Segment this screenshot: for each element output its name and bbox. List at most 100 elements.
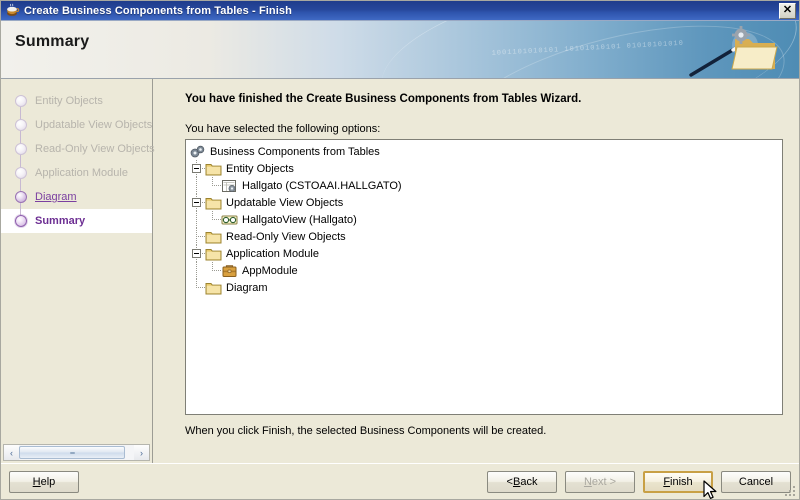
folder-icon: [205, 195, 223, 211]
dialog-body: Entity Objects Updatable View Objects Read…: [1, 79, 799, 463]
tree-row[interactable]: Application Module: [189, 245, 782, 262]
next-button: Next >: [565, 470, 635, 493]
sidebar-step-diagram[interactable]: Diagram: [1, 185, 152, 209]
resize-grip-icon[interactable]: [783, 484, 797, 498]
tree-guide-vertical: [196, 279, 197, 287]
tree-row[interactable]: Entity Objects: [189, 160, 782, 177]
folder-icon: [205, 280, 223, 296]
step-bullet-icon: [15, 191, 27, 203]
wizard-dialog: Create Business Components from Tables -…: [0, 0, 800, 500]
tree-row-label: HallgatoView (Hallgato): [242, 213, 357, 226]
tree-collapse-toggle-icon[interactable]: [192, 164, 201, 173]
back-button[interactable]: < Back: [487, 470, 557, 493]
close-icon[interactable]: ✕: [779, 2, 796, 19]
finish-button[interactable]: Finish: [643, 470, 713, 493]
step-bullet-icon: [15, 143, 27, 155]
selected-options-label: You have selected the following options:: [185, 123, 381, 135]
scroll-right-arrow-icon[interactable]: ›: [134, 445, 149, 460]
tree-guide-horizontal: [212, 185, 221, 186]
tree-indent-guide: [189, 262, 205, 279]
tree-row-label: Application Module: [226, 247, 319, 260]
tree-row[interactable]: HallgatoView (Hallgato): [189, 211, 782, 228]
tree-row-label: Hallgato (CSTOAAI.HALLGATO): [242, 179, 402, 192]
tree-guide-vertical: [212, 177, 213, 185]
tree-row-label: AppModule: [242, 264, 298, 277]
tree-guide-horizontal: [212, 270, 221, 271]
tree-row-label: Diagram: [226, 281, 268, 294]
tree-indent-guide: [205, 211, 221, 228]
tree-guide-vertical: [212, 262, 213, 270]
tree-guide-horizontal: [196, 236, 205, 237]
tree-indent-guide: [189, 211, 205, 228]
tree-indent-guide: [189, 177, 205, 194]
tree-indent-guide: [189, 160, 205, 177]
folder-icon: [205, 161, 223, 177]
wizard-banner: 1001101010101 10101010101 01010101010 Su…: [1, 21, 799, 79]
folder-icon: [205, 229, 223, 245]
scrollbar-thumb[interactable]: [19, 446, 125, 459]
tree-row[interactable]: Diagram: [189, 279, 782, 296]
tree-indent-guide: [189, 279, 205, 296]
page-title: Summary: [15, 33, 90, 50]
sidebar-step-summary[interactable]: Summary: [1, 209, 152, 233]
tree-indent-guide: [189, 228, 205, 245]
banner-binary-decoration: 1001101010101 10101010101 01010101010: [491, 39, 685, 58]
step-bullet-icon: [15, 119, 27, 131]
tree-collapse-toggle-icon[interactable]: [192, 198, 201, 207]
tree-guide-vertical: [212, 211, 213, 219]
entity-object-icon: [221, 178, 239, 194]
tree-indent-guide: [189, 245, 205, 262]
tree-guide-vertical: [196, 211, 197, 228]
sidebar-step-updatable-view-objects: Updatable View Objects: [1, 113, 152, 137]
finish-footnote: When you click Finish, the selected Busi…: [185, 425, 547, 437]
scroll-left-arrow-icon[interactable]: ‹: [4, 445, 19, 460]
tree-row[interactable]: AppModule: [189, 262, 782, 279]
java-coffee-cup-icon: [5, 3, 20, 18]
tree-guide-horizontal: [196, 287, 205, 288]
main-content: You have finished the Create Business Co…: [153, 79, 799, 463]
title-bar: Create Business Components from Tables -…: [1, 1, 799, 21]
tree-row[interactable]: Business Components from Tables: [189, 143, 782, 160]
tree-row[interactable]: Read-Only View Objects: [189, 228, 782, 245]
sidebar-step-entity-objects: Entity Objects: [1, 89, 152, 113]
scrollbar-track[interactable]: [19, 445, 134, 460]
window-title: Create Business Components from Tables -…: [24, 4, 292, 17]
tree-guide-horizontal: [212, 219, 221, 220]
step-label: Summary: [35, 215, 86, 227]
tree-row-label: Business Components from Tables: [210, 145, 380, 158]
wizard-step-sidebar: Entity Objects Updatable View Objects Read…: [1, 79, 155, 463]
sidebar-step-application-module: Application Module: [1, 161, 152, 185]
folder-wand-gear-icon: [685, 25, 781, 78]
tree-indent-guide: [205, 177, 221, 194]
tree-row-label: Read-Only View Objects: [226, 230, 346, 243]
step-bullet-icon: [15, 167, 27, 179]
bc-root-icon: [189, 144, 207, 160]
tree-indent-guide: [189, 194, 205, 211]
tree-indent-guide: [205, 262, 221, 279]
step-label: Entity Objects: [35, 95, 103, 107]
tree-row-label: Updatable View Objects: [226, 196, 344, 209]
summary-tree[interactable]: Business Components from Tables Entity Ob…: [185, 139, 783, 415]
tree-row-label: Entity Objects: [226, 162, 294, 175]
cancel-button[interactable]: Cancel: [721, 470, 791, 493]
dialog-button-bar: Help < Back Next > Finish Cancel: [1, 463, 799, 499]
sidebar-horizontal-scrollbar[interactable]: ‹ ›: [3, 444, 150, 461]
step-label: Read-Only View Objects: [35, 143, 155, 155]
tree-row[interactable]: Hallgato (CSTOAAI.HALLGATO): [189, 177, 782, 194]
briefcase-icon: [221, 263, 239, 279]
tree-collapse-toggle-icon[interactable]: [192, 249, 201, 258]
help-button[interactable]: Help: [9, 470, 79, 493]
step-label: Updatable View Objects: [35, 119, 153, 131]
step-bullet-icon: [15, 215, 27, 227]
finish-heading: You have finished the Create Business Co…: [185, 93, 582, 105]
view-object-icon: [221, 212, 239, 228]
tree-guide-vertical: [196, 177, 197, 194]
sidebar-step-read-only-view-objects: Read-Only View Objects: [1, 137, 155, 161]
step-label: Application Module: [35, 167, 128, 179]
step-label: Diagram: [35, 191, 77, 203]
tree-guide-vertical: [196, 262, 197, 279]
tree-row[interactable]: Updatable View Objects: [189, 194, 782, 211]
folder-icon: [205, 246, 223, 262]
step-bullet-icon: [15, 95, 27, 107]
wizard-steps-list: Entity Objects Updatable View Objects Read…: [1, 79, 155, 444]
